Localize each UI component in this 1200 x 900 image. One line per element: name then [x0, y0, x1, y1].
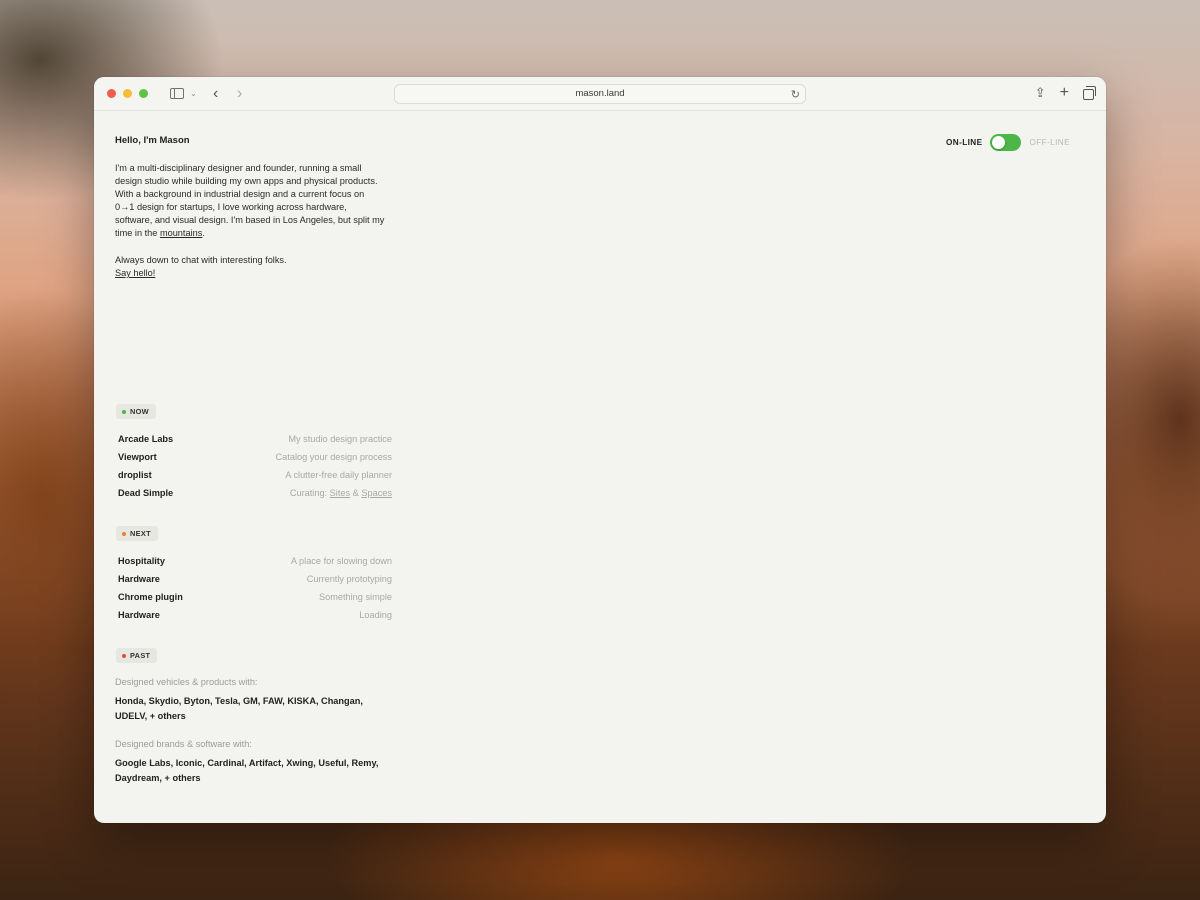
- list-item: Hospitality A place for slowing down: [118, 552, 392, 570]
- next-badge: NEXT: [116, 526, 158, 541]
- online-label[interactable]: ON-LINE: [946, 138, 982, 147]
- browser-toolbar: ⌄ ‹ › mason.land ↻ ⇪ +: [94, 77, 1106, 111]
- list-item[interactable]: Arcade Labs My studio design practice: [118, 430, 392, 448]
- greeting-heading: Hello, I'm Mason: [115, 135, 190, 146]
- online-offline-switch[interactable]: [990, 134, 1022, 151]
- list-item[interactable]: Viewport Catalog your design process: [118, 448, 392, 466]
- toolbar-actions: ⇪ +: [1035, 85, 1096, 101]
- bio-paragraph: I'm a multi-disciplinary designer and fo…: [115, 162, 385, 240]
- status-toggle: ON-LINE OFF-LINE: [946, 134, 1070, 151]
- next-status-dot: [122, 531, 126, 536]
- chat-line: Always down to chat with interesting fol…: [115, 255, 287, 265]
- vehicles-client-list: Honda, Skydio, Byton, Tesla, GM, FAW, KI…: [115, 696, 363, 721]
- bio-text: I'm a multi-disciplinary designer and fo…: [115, 163, 385, 238]
- offline-label[interactable]: OFF-LINE: [1029, 138, 1070, 147]
- page-content: Hello, I'm Mason I'm a multi-disciplinar…: [94, 111, 1106, 823]
- project-title: Dead Simple: [118, 488, 174, 498]
- now-list: Arcade Labs My studio design practice Vi…: [118, 430, 392, 502]
- say-hello-link[interactable]: Say hello!: [115, 267, 287, 280]
- next-list: Hospitality A place for slowing down Har…: [118, 552, 392, 624]
- bio-period: .: [202, 228, 205, 238]
- now-status-dot: [122, 409, 126, 414]
- project-description: A place for slowing down: [290, 556, 392, 566]
- url-text: mason.land: [575, 88, 625, 99]
- mountains-link[interactable]: mountains: [160, 228, 202, 238]
- now-badge: NOW: [116, 404, 156, 419]
- sidebar-toggle-icon[interactable]: [170, 88, 184, 99]
- tab-overview-icon[interactable]: [1083, 85, 1096, 100]
- list-item: Hardware Loading: [118, 606, 392, 624]
- brands-client-list: Google Labs, Iconic, Cardinal, Artifact,…: [115, 758, 379, 783]
- switch-knob: [992, 136, 1006, 149]
- ampersand: &: [350, 488, 362, 498]
- project-title: Chrome plugin: [118, 592, 183, 602]
- minimize-window-button[interactable]: [123, 89, 132, 98]
- project-title: Arcade Labs: [118, 434, 174, 444]
- brands-label: Designed brands & software with:: [115, 739, 252, 749]
- back-arrow-icon[interactable]: ‹: [209, 85, 223, 102]
- list-item: Hardware Currently prototyping: [118, 570, 392, 588]
- browser-window: ⌄ ‹ › mason.land ↻ ⇪ + Hello, I'm Mason …: [94, 77, 1106, 823]
- project-description: Loading: [359, 610, 392, 620]
- chat-block: Always down to chat with interesting fol…: [115, 254, 287, 280]
- vehicles-label: Designed vehicles & products with:: [115, 677, 258, 687]
- project-title: Viewport: [118, 452, 157, 462]
- sites-link[interactable]: Sites: [330, 488, 350, 498]
- close-window-button[interactable]: [107, 89, 116, 98]
- project-description: Something simple: [318, 592, 392, 602]
- project-description: Curating: Sites & Spaces: [290, 488, 392, 498]
- curating-prefix: Curating:: [289, 488, 330, 498]
- project-description: Currently prototyping: [306, 574, 392, 584]
- past-badge: PAST: [116, 648, 158, 663]
- next-label: NEXT: [130, 529, 151, 538]
- reload-icon[interactable]: ↻: [791, 88, 800, 101]
- list-item[interactable]: droplist A clutter-free daily planner: [118, 466, 392, 484]
- spaces-link[interactable]: Spaces: [361, 488, 392, 498]
- project-title: Hardware: [118, 610, 160, 620]
- project-title: Hospitality: [118, 556, 165, 566]
- zoom-window-button[interactable]: [139, 89, 148, 98]
- past-label: PAST: [130, 651, 151, 660]
- now-label: NOW: [130, 407, 149, 416]
- chevron-down-icon[interactable]: ⌄: [190, 89, 197, 98]
- project-title: Hardware: [118, 574, 160, 584]
- forward-arrow-icon[interactable]: ›: [233, 85, 247, 102]
- address-bar[interactable]: mason.land ↻: [394, 84, 806, 104]
- project-description: My studio design practice: [288, 434, 392, 444]
- list-item: Chrome plugin Something simple: [118, 588, 392, 606]
- project-description: Catalog your design process: [275, 452, 392, 462]
- new-tab-plus-icon[interactable]: +: [1060, 85, 1069, 101]
- window-controls: [107, 89, 148, 98]
- past-status-dot: [122, 653, 126, 658]
- project-description: A clutter-free daily planner: [285, 470, 392, 480]
- project-title: droplist: [118, 470, 152, 480]
- share-icon[interactable]: ⇪: [1035, 85, 1046, 101]
- list-item[interactable]: Dead Simple Curating: Sites & Spaces: [118, 484, 392, 502]
